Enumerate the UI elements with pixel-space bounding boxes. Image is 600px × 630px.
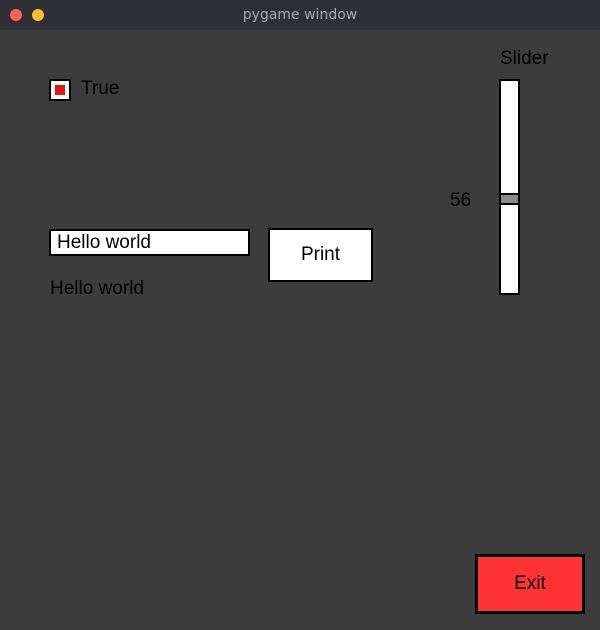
vertical-slider-track[interactable] bbox=[499, 79, 520, 295]
window-title: pygame window bbox=[242, 7, 358, 23]
slider-value-readout: 56 bbox=[450, 190, 472, 211]
checkbox-label: True bbox=[81, 78, 120, 99]
exit-button[interactable]: Exit bbox=[475, 554, 585, 614]
slider-title: Slider bbox=[500, 48, 549, 69]
title-bar: pygame window bbox=[0, 0, 600, 30]
pygame-window: pygame window True Hello world Print Hel… bbox=[0, 0, 600, 630]
checkbox-checked-mark bbox=[55, 85, 65, 95]
print-button[interactable]: Print bbox=[268, 228, 373, 282]
slider-thumb[interactable] bbox=[501, 193, 518, 205]
output-text: Hello world bbox=[50, 278, 144, 299]
text-input-field[interactable]: Hello world bbox=[49, 229, 250, 256]
true-checkbox[interactable] bbox=[49, 79, 71, 101]
